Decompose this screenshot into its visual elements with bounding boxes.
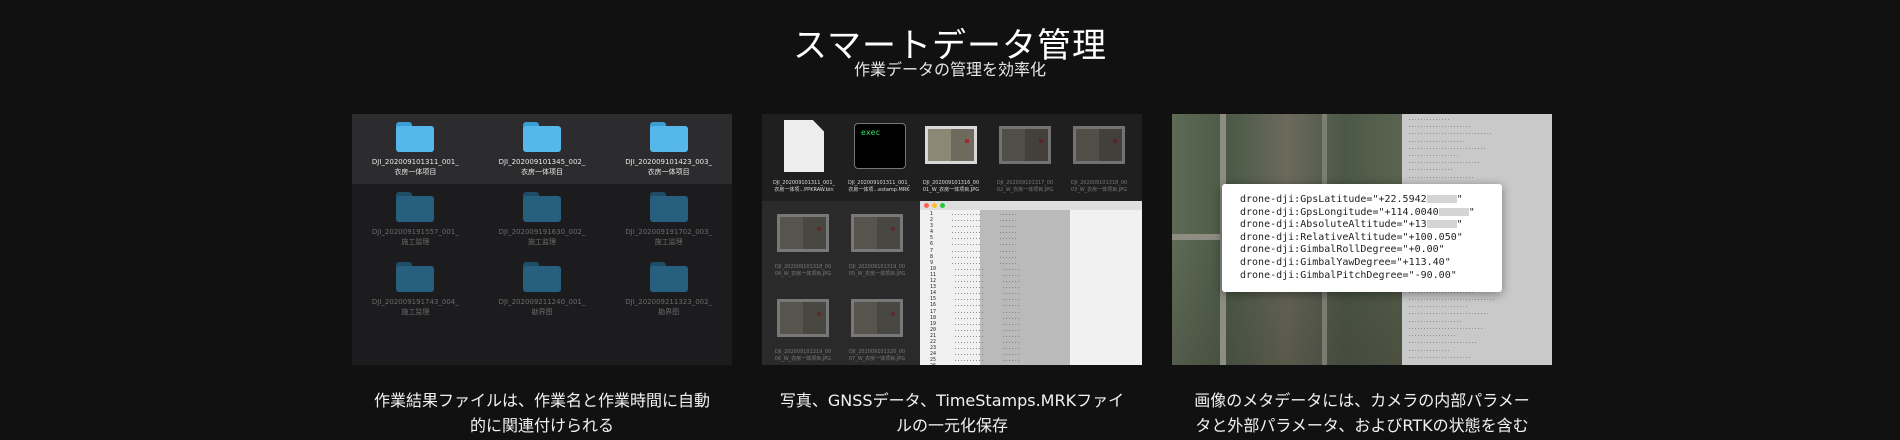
- file-name: DJI_202009101318_00 03_W_衣房一体项目.JPG: [1070, 180, 1128, 193]
- folder-icon: [396, 192, 435, 222]
- feature-caption-2: 写真、GNSSデータ、TimeStamps.MRKファイ ルの一元化保存: [762, 388, 1142, 438]
- terminal-exec-icon: exec: [854, 123, 906, 169]
- caption-line: ルの一元化保存: [895, 416, 1008, 435]
- metadata-popup: drone-dji:GpsLatitude="+22.5942 " drone-dj…: [1222, 184, 1502, 292]
- document-file-icon: [784, 120, 824, 172]
- caption-line: タと外部パラメータ、およびRTKの状態を含む: [1195, 416, 1529, 435]
- folder-icon: [396, 122, 435, 152]
- file-name: DJI_202009101319_00 06_W_衣房一体项目.JPG: [774, 349, 832, 362]
- folder-name: DJI_202009101423_003_ 衣房一体项目: [625, 158, 713, 176]
- folder-item[interactable]: DJI_202009101345_002_ 衣房一体项目: [479, 114, 606, 184]
- file-name: DJI_202009101311_001_ 衣房一体项...PPKRAW.bin: [772, 180, 836, 193]
- metadata-line: drone-dji:GimbalPitchDegree="-90.00": [1240, 269, 1457, 281]
- folder-item[interactable]: DJI_202009101311_001_ 衣房一体项目: [352, 114, 479, 184]
- caption-line: 的に関連付けられる: [469, 416, 614, 435]
- folder-icon: [522, 192, 561, 222]
- photo-thumbnail: [925, 126, 977, 164]
- minimize-dot-icon: [932, 203, 937, 208]
- zoom-dot-icon: [940, 203, 945, 208]
- exec-label: exec: [861, 128, 881, 137]
- feature-image-metadata: .............. ..................... ...…: [1172, 114, 1552, 365]
- terminal-titlebar: [920, 201, 1142, 210]
- folder-icon: [649, 262, 688, 292]
- feature-caption-1: 作業結果ファイルは、作業名と作業時間に自動 的に関連付けられる: [352, 388, 732, 438]
- metadata-line: drone-dji:GpsLongitude="+114.0040 ": [1240, 206, 1475, 218]
- photo-thumbnail: [851, 299, 903, 337]
- folder-grid: DJI_202009101311_001_ 衣房一体项目 DJI_202009101…: [352, 114, 732, 324]
- photo-thumbnail: [851, 214, 903, 252]
- folder-name: DJI_202009191702_003_ 施工监理: [625, 228, 713, 246]
- redacted-value: [1438, 207, 1469, 216]
- folder-name: DJI_202009101345_002_ 衣房一体项目: [498, 158, 586, 176]
- caption-line: 写真、GNSSデータ、TimeStamps.MRKファイ: [779, 391, 1125, 410]
- folder-icon: [522, 262, 561, 292]
- folder-item[interactable]: DJI_202009191743_004_ 施工监理: [352, 254, 479, 324]
- metadata-line: drone-dji:GpsLatitude="+22.5942 ": [1240, 194, 1463, 205]
- metadata-line: drone-dji:AbsoluteAltitude="+13 ": [1240, 219, 1463, 231]
- file-name: DJI_202009101311_001_ 衣房一体项...estamp.MRK: [847, 180, 911, 193]
- file-name: DJI_202009101316_00 01_W_衣房一体项目.JPG: [922, 180, 980, 193]
- photo-thumbnail: [777, 214, 829, 252]
- section-subtitle: 作業データの管理を効率化: [853, 60, 1046, 79]
- photo-thumbnail: [777, 299, 829, 337]
- file-name: DJI_202009101317_00 02_W_衣房一体项目.JPG: [996, 180, 1054, 193]
- redacted-value: [1426, 195, 1457, 203]
- caption-line: 画像のメタデータには、カメラの内部パラメー: [1194, 391, 1530, 410]
- folder-name: DJI_202009191630_002_ 施工监理: [498, 228, 586, 246]
- file-name: DJI_202009101320_00 07_W_衣房一体项目.JPG: [848, 349, 906, 362]
- photo-thumbnail: [999, 126, 1051, 164]
- folder-item[interactable]: DJI_202009211323_002_ 勘界图: [605, 254, 732, 324]
- folder-item[interactable]: DJI_202009191702_003_ 施工监理: [605, 184, 732, 254]
- terminal-selection: [980, 210, 1070, 365]
- metadata-line: drone-dji:GimbalYawDegree="+113.40": [1240, 256, 1451, 268]
- folder-name: DJI_202009101311_001_ 衣房一体项目: [371, 158, 459, 176]
- feature-caption-3: 画像のメタデータには、カメラの内部パラメー タと外部パラメータ、およびRTKの状…: [1172, 388, 1552, 438]
- folder-name: DJI_202009191743_004_ 施工监理: [371, 298, 459, 316]
- metadata-line: drone-dji:RelativeAltitude="+100.050": [1240, 231, 1463, 243]
- file-name: DJI_202009101319_00 05_W_衣房一体项目.JPG: [848, 264, 906, 277]
- folder-icon: [649, 122, 688, 152]
- folder-icon: [396, 262, 435, 292]
- folder-name: DJI_202009191557_001_ 施工监理: [371, 228, 459, 246]
- terminal-window: 1 .......... ...... 2 .......... ...... …: [920, 201, 1142, 365]
- caption-line: 作業結果ファイルは、作業名と作業時間に自動: [373, 391, 710, 410]
- folder-item[interactable]: DJI_202009191630_002_ 施工监理: [479, 184, 606, 254]
- metadata-line: drone-dji:GimbalRollDegree="+0.00": [1240, 244, 1445, 256]
- redacted-value: [1426, 220, 1457, 229]
- photo-thumbnail: [1073, 126, 1125, 164]
- folder-item[interactable]: DJI_202009211240_001_ 勘界图: [479, 254, 606, 324]
- folder-icon: [522, 122, 561, 152]
- feature-image-files: exec DJI_202009101311_001_ 衣房一体项...PPKRAW…: [762, 114, 1142, 365]
- close-dot-icon: [924, 203, 929, 208]
- folder-item[interactable]: DJI_202009191557_001_ 施工监理: [352, 184, 479, 254]
- folder-name: DJI_202009211323_002_ 勘界图: [625, 298, 713, 316]
- folder-item[interactable]: DJI_202009101423_003_ 衣房一体项目: [605, 114, 732, 184]
- folder-icon: [649, 192, 688, 222]
- folder-name: DJI_202009211240_001_ 勘界图: [498, 298, 586, 316]
- feature-image-folders: DJI_202009101311_001_ 衣房一体项目 DJI_202009101…: [352, 114, 732, 365]
- file-name: DJI_202009101318_00 04_W_衣房一体项目.JPG: [774, 264, 832, 277]
